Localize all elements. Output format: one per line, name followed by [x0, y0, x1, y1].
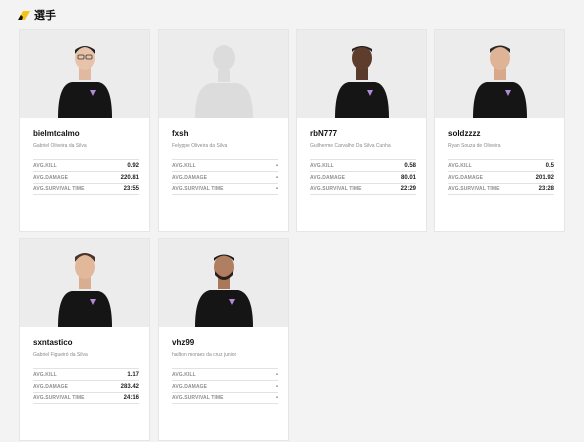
player-stats: AVG.KILL - AVG.DAMAGE - AVG.SURVIVAL TIME -	[172, 159, 278, 195]
stat-avg-survival-time: AVG.SURVIVAL TIME 23:28	[448, 183, 554, 195]
player-nickname[interactable]: rbN777	[310, 129, 420, 139]
player-portrait-icon	[194, 254, 253, 327]
player-stats: AVG.KILL 0.58 AVG.DAMAGE 80.01 AVG.SURVIVA…	[310, 159, 416, 195]
stat-avg-kill: AVG.KILL 0.58	[310, 159, 416, 171]
player-nickname[interactable]: bielmtcalmo	[33, 129, 143, 139]
player-photo	[20, 239, 149, 327]
player-portrait-icon	[472, 45, 527, 118]
stat-avg-damage: AVG.DAMAGE 220.81	[33, 171, 139, 183]
player-card[interactable]: bielmtcalmo Gabriel Oliveira da Silva AV…	[19, 29, 150, 232]
stat-avg-survival-time: AVG.SURVIVAL TIME -	[172, 183, 278, 195]
stat-avg-kill: AVG.KILL 1.17	[33, 368, 139, 380]
player-stats: AVG.KILL 1.17 AVG.DAMAGE 283.42 AVG.SURVIV…	[33, 368, 139, 404]
player-portrait-icon	[57, 46, 112, 118]
player-full-name: Felyppe Oliveira da Silva	[172, 143, 228, 149]
player-nickname[interactable]: sxntastico	[33, 338, 143, 348]
slash-accent-icon	[18, 10, 30, 20]
stat-avg-survival-time: AVG.SURVIVAL TIME -	[172, 392, 278, 404]
player-card[interactable]: rbN777 Guilherme Carvalho Da Silva Cunha…	[296, 29, 427, 232]
player-card[interactable]: soldzzzz Ryan Souza de Oliveira AVG.KILL…	[434, 29, 565, 232]
player-portrait-icon	[57, 253, 112, 327]
stat-avg-survival-time: AVG.SURVIVAL TIME 22:29	[310, 183, 416, 195]
stat-avg-damage: AVG.DAMAGE -	[172, 171, 278, 183]
section-header: 選手	[18, 8, 56, 22]
player-full-name: hailton moraes da cruz junior	[172, 352, 237, 358]
player-photo-placeholder	[159, 30, 288, 118]
player-photo	[20, 30, 149, 118]
stat-avg-survival-time: AVG.SURVIVAL TIME 24:16	[33, 392, 139, 404]
player-full-name: Ryan Souza de Oliveira	[448, 143, 501, 149]
player-full-name: Guilherme Carvalho Da Silva Cunha	[310, 143, 391, 149]
player-full-name: Gabriel Oliveira da Silva	[33, 143, 87, 149]
stat-avg-damage: AVG.DAMAGE -	[172, 380, 278, 392]
player-card[interactable]: vhz99 hailton moraes da cruz junior AVG.…	[158, 238, 289, 441]
stat-avg-damage: AVG.DAMAGE 80.01	[310, 171, 416, 183]
stat-avg-kill: AVG.KILL -	[172, 368, 278, 380]
avatar-silhouette-icon	[194, 45, 253, 118]
player-portrait-icon	[334, 46, 389, 118]
player-stats: AVG.KILL - AVG.DAMAGE - AVG.SURVIVAL TIME -	[172, 368, 278, 404]
player-stats: AVG.KILL 0.92 AVG.DAMAGE 220.81 AVG.SURVIV…	[33, 159, 139, 195]
player-photo	[297, 30, 426, 118]
player-stats: AVG.KILL 0.5 AVG.DAMAGE 201.92 AVG.SURVIVA…	[448, 159, 554, 195]
player-full-name: Gabriel Figueiró da Silva	[33, 352, 88, 358]
player-card[interactable]: fxsh Felyppe Oliveira da Silva AVG.KILL -…	[158, 29, 289, 232]
stat-avg-survival-time: AVG.SURVIVAL TIME 23:55	[33, 183, 139, 195]
player-card[interactable]: sxntastico Gabriel Figueiró da Silva AVG…	[19, 238, 150, 441]
stat-avg-kill: AVG.KILL 0.92	[33, 159, 139, 171]
stat-avg-kill: AVG.KILL -	[172, 159, 278, 171]
stat-avg-damage: AVG.DAMAGE 283.42	[33, 380, 139, 392]
section-title: 選手	[34, 10, 56, 22]
player-photo	[435, 30, 564, 118]
player-nickname[interactable]: vhz99	[172, 338, 282, 348]
stat-avg-kill: AVG.KILL 0.5	[448, 159, 554, 171]
player-nickname[interactable]: fxsh	[172, 129, 282, 139]
stat-avg-damage: AVG.DAMAGE 201.92	[448, 171, 554, 183]
player-nickname[interactable]: soldzzzz	[448, 129, 558, 139]
player-photo	[159, 239, 288, 327]
